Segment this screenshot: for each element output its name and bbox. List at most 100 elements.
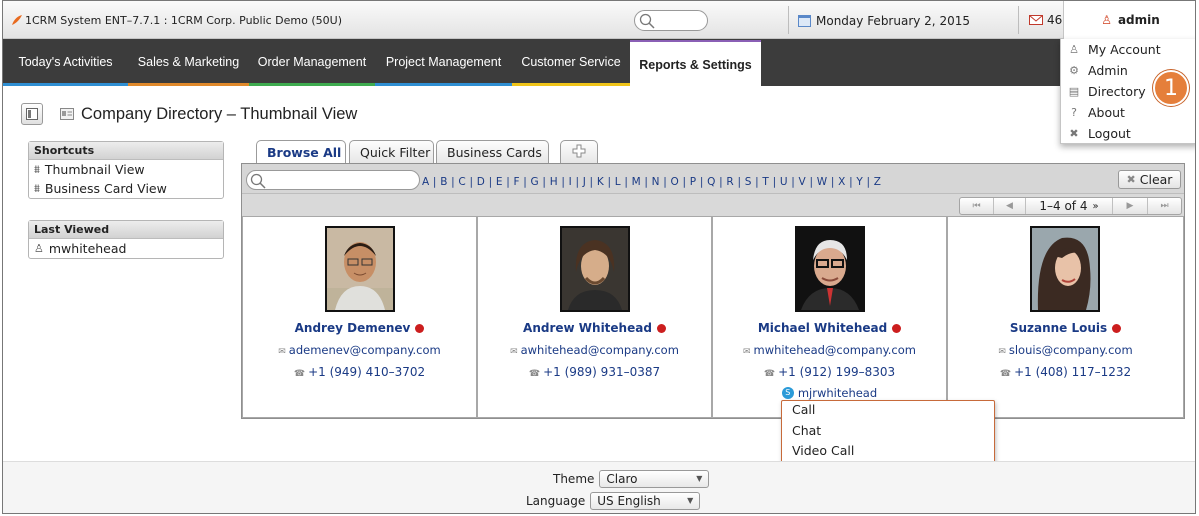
tab-business-cards[interactable]: Business Cards xyxy=(436,140,549,164)
directory-icon xyxy=(60,108,74,120)
toggle-sidebar-button[interactable] xyxy=(21,103,43,125)
contact-phone-link[interactable]: ☎ +1 (912) 199–8303 xyxy=(713,365,946,379)
nav-project-management[interactable]: Project Management xyxy=(375,39,512,86)
nav-order-management[interactable]: Order Management xyxy=(249,39,375,86)
app-logo-icon xyxy=(12,15,22,25)
language-select[interactable]: US English ▼ xyxy=(590,492,701,510)
phone-icon: ☎ xyxy=(763,369,776,379)
phone-icon: ☎ xyxy=(293,369,306,379)
contact-card: Michael Whitehead ✉ mwhitehead@company.co… xyxy=(712,216,947,418)
gear-icon: ⚙ xyxy=(1069,63,1079,77)
app-window: 1CRM System ENT–7.7.1 : 1CRM Corp. Publi… xyxy=(2,0,1196,514)
calendar-icon xyxy=(798,15,811,27)
pager: ⏮ ◀ 1–4 of 4» ▶ ⏭ xyxy=(959,197,1182,215)
first-page-button[interactable]: ⏮ xyxy=(960,198,994,214)
footer: Theme Claro ▼ Language US English ▼ xyxy=(3,461,1195,513)
contact-name-link[interactable]: Michael Whitehead xyxy=(713,321,946,335)
contact-email-link[interactable]: ✉ awhitehead@company.com xyxy=(478,343,711,357)
menu-item-chat[interactable]: Chat xyxy=(782,422,994,443)
theme-label: Theme xyxy=(553,472,595,486)
shortcut-business-card-view[interactable]: ⩩ Business Card View xyxy=(29,179,223,198)
alphabet-filter[interactable]: A | B | C | D | E | F | G | H | I | J | … xyxy=(422,176,881,188)
mail-indicator[interactable]: 46 xyxy=(1029,13,1062,27)
person-icon: ♙ xyxy=(1069,42,1079,56)
contact-name-link[interactable]: Andrew Whitehead xyxy=(478,321,711,335)
last-page-icon: ⏭ xyxy=(1160,201,1169,211)
theme-select[interactable]: Claro ▼ xyxy=(599,470,710,488)
nav-reports-settings[interactable]: Reports & Settings xyxy=(630,40,761,86)
clear-button[interactable]: ✖ Clear xyxy=(1118,170,1181,189)
filter-row: A | B | C | D | E | F | G | H | I | J | … xyxy=(242,164,1184,194)
shortcuts-panel: Shortcuts ⩩ Thumbnail View ⩩ Business Card… xyxy=(28,141,224,199)
user-menu-button[interactable]: ♙ admin xyxy=(1063,1,1195,39)
logout-icon: ✖ xyxy=(1069,126,1079,140)
menu-item-my-account[interactable]: ♙ My Account xyxy=(1061,39,1195,59)
separator xyxy=(1018,6,1019,34)
tab-quick-filter[interactable]: Quick Filter xyxy=(349,140,434,164)
contact-name-link[interactable]: Suzanne Louis xyxy=(948,321,1183,335)
nav-color-bar xyxy=(3,83,128,86)
search-icon xyxy=(250,173,266,189)
tab-browse-all[interactable]: Browse All xyxy=(256,140,346,165)
contact-card: Andrew Whitehead ✉ awhitehead@company.com… xyxy=(477,216,712,418)
contact-photo[interactable] xyxy=(325,226,395,312)
contact-card: Andrey Demenev ✉ ademenev@company.com ☎ +1… xyxy=(242,216,477,418)
chevron-down-icon: ▼ xyxy=(696,474,703,483)
date-text: Monday February 2, 2015 xyxy=(816,14,970,28)
envelope-icon: ✉ xyxy=(510,347,518,357)
skype-icon: S xyxy=(781,387,794,399)
contact-phone-link[interactable]: ☎ +1 (408) 117–1232 xyxy=(948,365,1183,379)
next-page-button[interactable]: ▶ xyxy=(1113,198,1148,214)
contact-email-link[interactable]: ✉ mwhitehead@company.com xyxy=(713,343,946,357)
nav-color-bar xyxy=(128,83,249,86)
window-title: 1CRM System ENT–7.7.1 : 1CRM Corp. Publi… xyxy=(25,14,342,27)
contact-email-link[interactable]: ✉ slouis@company.com xyxy=(948,343,1183,357)
menu-item-logout[interactable]: ✖ Logout xyxy=(1061,123,1195,143)
last-page-button[interactable]: ⏭ xyxy=(1148,198,1181,214)
main-nav: Today's Activities Sales & Marketing Ord… xyxy=(3,39,1195,86)
directory-search-input[interactable] xyxy=(246,170,420,190)
nav-customer-service[interactable]: Customer Service xyxy=(512,39,630,86)
last-viewed-item[interactable]: ♙ mwhitehead xyxy=(29,239,223,258)
menu-item-video-call[interactable]: Video Call xyxy=(782,442,994,463)
global-search-input[interactable] xyxy=(634,10,708,31)
next-page-icon: ▶ xyxy=(1126,201,1134,211)
status-dot xyxy=(656,323,666,333)
status-dot xyxy=(1112,323,1122,333)
top-bar: 1CRM System ENT–7.7.1 : 1CRM Corp. Publi… xyxy=(3,1,1195,39)
directory-container: A | B | C | D | E | F | G | H | I | J | … xyxy=(241,163,1185,419)
plus-icon xyxy=(572,144,586,158)
contact-photo[interactable] xyxy=(560,226,630,312)
person-icon: ♙ xyxy=(1101,13,1112,27)
prev-page-button[interactable]: ◀ xyxy=(994,198,1026,214)
menu-item-call[interactable]: Call xyxy=(782,401,994,422)
date-display[interactable]: Monday February 2, 2015 xyxy=(798,14,970,28)
callout-badge: 1 xyxy=(1153,70,1189,106)
pager-row: ⏮ ◀ 1–4 of 4» ▶ ⏭ xyxy=(242,194,1184,216)
shortcut-thumbnail-view[interactable]: ⩩ Thumbnail View xyxy=(29,160,223,179)
last-viewed-panel: Last Viewed ♙ mwhitehead xyxy=(28,220,224,259)
contact-photo[interactable] xyxy=(795,226,865,312)
directory-icon: ▤ xyxy=(1068,84,1080,98)
contact-phone-link[interactable]: ☎ +1 (949) 410–3702 xyxy=(243,365,476,379)
nav-today-activities[interactable]: Today's Activities xyxy=(3,39,128,86)
contact-email-link[interactable]: ✉ ademenev@company.com xyxy=(243,343,476,357)
panel-icon xyxy=(26,108,38,120)
contact-card: Suzanne Louis ✉ slouis@company.com ☎ +1 (4… xyxy=(947,216,1184,418)
close-icon: ✖ xyxy=(1126,173,1136,186)
question-icon: ? xyxy=(1071,105,1077,119)
contact-name-link[interactable]: Andrey Demenev xyxy=(243,321,476,335)
phone-icon: ☎ xyxy=(999,369,1012,379)
nav-sales-marketing[interactable]: Sales & Marketing xyxy=(128,39,249,86)
contact-phone-link[interactable]: ☎ +1 (989) 931–0387 xyxy=(478,365,711,379)
contact-photo[interactable] xyxy=(1030,226,1100,312)
contact-skype-link[interactable]: Smjrwhitehead xyxy=(713,386,946,400)
envelope-icon xyxy=(1029,15,1043,25)
people-icon: ♙ xyxy=(34,242,44,255)
chevron-down-icon: ▼ xyxy=(687,496,694,505)
theme-row: Theme Claro ▼ xyxy=(553,470,710,488)
separator xyxy=(788,6,789,34)
page-range-select[interactable]: 1–4 of 4» xyxy=(1026,198,1113,214)
add-tab-button[interactable] xyxy=(560,140,598,164)
user-name: admin xyxy=(1117,13,1160,27)
